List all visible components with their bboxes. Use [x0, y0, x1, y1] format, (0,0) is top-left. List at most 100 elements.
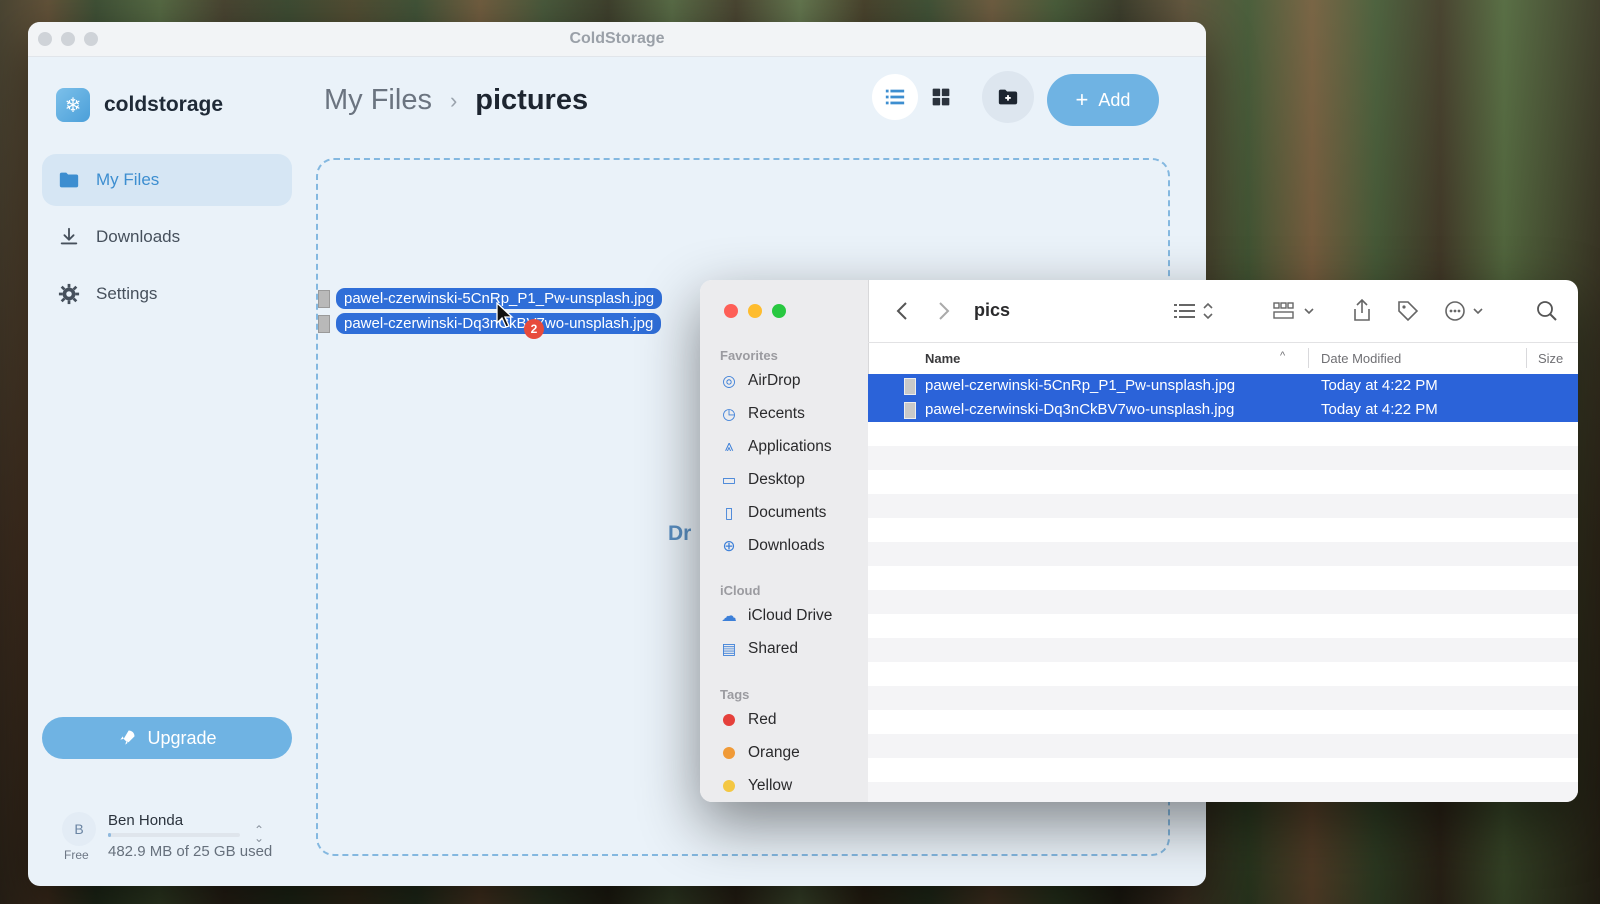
- tag-color-dot: [723, 747, 735, 759]
- sidebar-item-downloads[interactable]: Downloads: [42, 211, 292, 263]
- sidebar-item-label: Red: [748, 711, 777, 728]
- sidebar-item-label: Desktop: [748, 471, 805, 488]
- group-view-icon[interactable]: [1273, 301, 1317, 321]
- upgrade-button[interactable]: Upgrade: [42, 717, 292, 759]
- sidebar-item-label: Recents: [748, 405, 805, 422]
- rocket-icon: [120, 730, 135, 745]
- column-headers: Name ^ Date Modified Size: [868, 342, 1578, 375]
- file-icon: [318, 314, 330, 333]
- file-date: Today at 4:22 PM: [1321, 401, 1438, 418]
- column-name-header[interactable]: Name: [925, 351, 960, 366]
- file-list: pawel-czerwinski-5CnRp_P1_Pw-unsplash.jp…: [868, 374, 1578, 802]
- airdrop-icon: ◎: [722, 372, 736, 390]
- applications-icon: ⩓: [724, 438, 734, 455]
- desktop-icon: ▭: [721, 471, 737, 489]
- finder-toolbar: pics: [868, 280, 1578, 343]
- zoom-window-button[interactable]: [772, 304, 786, 318]
- list-view-button[interactable]: [872, 74, 918, 120]
- sidebar-item-label: Orange: [748, 744, 800, 761]
- upgrade-label: Upgrade: [147, 727, 217, 748]
- sidebar-item-label: Downloads: [96, 227, 181, 246]
- document-icon: ▯: [724, 504, 734, 522]
- file-name: pawel-czerwinski-Dq3nCkBV7wo-unsplash.jp…: [925, 401, 1235, 418]
- file-name: pawel-czerwinski-5CnRp_P1_Pw-unsplash.jp…: [925, 377, 1236, 394]
- sidebar-item-settings[interactable]: Settings: [42, 268, 292, 320]
- grid-view-button[interactable]: [918, 74, 964, 120]
- more-actions-icon[interactable]: [1444, 300, 1486, 322]
- back-chevron-icon[interactable]: [896, 302, 908, 320]
- breadcrumb-root[interactable]: My Files: [324, 84, 432, 117]
- sort-ascending-icon: ^: [1280, 350, 1286, 362]
- sidebar-item-icloud-drive[interactable]: ☁ iCloud Drive: [720, 607, 832, 625]
- image-file-icon: [904, 402, 916, 419]
- sidebar-item-my-files[interactable]: My Files: [42, 154, 292, 206]
- list-icon: [885, 89, 905, 105]
- download-icon: [60, 227, 78, 245]
- sidebar-item-tag-orange[interactable]: Orange: [720, 744, 800, 762]
- storage-usage-bar: [108, 833, 240, 837]
- icloud-header: iCloud: [720, 583, 761, 598]
- sidebar-item-downloads[interactable]: ⊕ Downloads: [720, 537, 825, 555]
- snowflake-icon: ❄: [56, 88, 90, 122]
- image-file-icon: [904, 378, 916, 395]
- clock-icon: ◷: [722, 405, 736, 423]
- share-icon[interactable]: [1352, 298, 1372, 322]
- gear-icon: [58, 283, 80, 305]
- list-view-icon[interactable]: [1174, 302, 1214, 320]
- sidebar-item-tag-red[interactable]: Red: [720, 711, 776, 729]
- finder-sidebar: Favorites ◎ AirDrop ◷ Recents ⩓ Application…: [700, 280, 869, 802]
- sidebar-item-label: Applications: [748, 438, 832, 455]
- cloud-icon: ☁: [721, 607, 737, 625]
- search-icon[interactable]: [1536, 300, 1558, 322]
- column-divider[interactable]: [1308, 348, 1309, 368]
- tag-icon[interactable]: [1396, 299, 1420, 323]
- brand: ❄ coldstorage: [56, 88, 223, 122]
- sidebar-item-label: Documents: [748, 504, 827, 521]
- sidebar-item-shared[interactable]: ▤ Shared: [720, 640, 798, 658]
- storage-usage-fill: [108, 833, 111, 837]
- folder-icon: [59, 172, 79, 188]
- plus-icon: +: [1075, 87, 1089, 112]
- add-button[interactable]: + Add: [1047, 74, 1159, 126]
- chevron-up-down-icon[interactable]: ⌃ ⌄: [254, 824, 264, 844]
- file-icon: [318, 289, 330, 308]
- sidebar-item-label: Settings: [96, 284, 158, 303]
- grid-icon: [932, 88, 950, 106]
- cursor-arrow-icon: [496, 302, 514, 328]
- table-row[interactable]: pawel-czerwinski-5CnRp_P1_Pw-unsplash.jp…: [868, 374, 1578, 398]
- column-divider[interactable]: [1526, 348, 1527, 368]
- window-titlebar[interactable]: ColdStorage: [28, 22, 1206, 57]
- sidebar-item-label: My Files: [96, 170, 160, 189]
- sidebar-item-documents[interactable]: ▯ Documents: [720, 504, 827, 522]
- column-size-header[interactable]: Size: [1538, 351, 1563, 366]
- breadcrumb-separator: ›: [449, 87, 458, 113]
- sidebar-item-label: Yellow: [748, 777, 793, 794]
- user-name: Ben Honda: [108, 812, 184, 829]
- finder-window: Favorites ◎ AirDrop ◷ Recents ⩓ Application…: [700, 280, 1578, 802]
- breadcrumb: My Files › pictures: [324, 84, 588, 117]
- table-row[interactable]: pawel-czerwinski-Dq3nCkBV7wo-unsplash.jp…: [868, 398, 1578, 422]
- forward-chevron-icon[interactable]: [938, 302, 950, 320]
- sidebar-item-recents[interactable]: ◷ Recents: [720, 405, 805, 423]
- drag-count-badge: 2: [524, 319, 544, 339]
- download-circle-icon: ⊕: [722, 537, 736, 555]
- sidebar-item-label: iCloud Drive: [748, 607, 833, 624]
- close-window-button[interactable]: [724, 304, 738, 318]
- sidebar-item-applications[interactable]: ⩓ Applications: [720, 438, 832, 456]
- add-label: Add: [1098, 89, 1131, 110]
- sidebar-item-desktop[interactable]: ▭ Desktop: [720, 471, 805, 489]
- tag-color-dot: [723, 714, 735, 726]
- shared-folder-icon: ▤: [721, 640, 737, 658]
- sidebar-nav: My Files Downloads Settings: [42, 154, 292, 325]
- column-date-header[interactable]: Date Modified: [1321, 351, 1401, 366]
- favorites-header: Favorites: [720, 348, 778, 363]
- minimize-window-button[interactable]: [748, 304, 762, 318]
- page-title: pictures: [475, 84, 589, 116]
- sidebar-item-tag-yellow[interactable]: Yellow: [720, 777, 792, 795]
- new-folder-button[interactable]: [982, 71, 1034, 123]
- drag-preview: pawel-czerwinski-5CnRp_P1_Pw-unsplash.jp…: [318, 288, 663, 339]
- drag-item: pawel-czerwinski-Dq3nCkBV7wo-unsplash.jp…: [318, 313, 662, 334]
- sidebar-item-airdrop[interactable]: ◎ AirDrop: [720, 372, 800, 390]
- sidebar-item-label: Downloads: [748, 537, 825, 554]
- drag-item: pawel-czerwinski-5CnRp_P1_Pw-unsplash.jp…: [318, 288, 663, 309]
